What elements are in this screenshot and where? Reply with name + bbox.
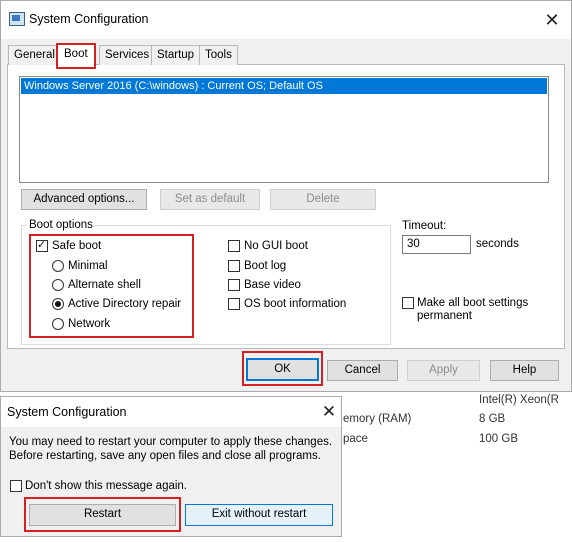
close-icon[interactable]: ✕ xyxy=(537,6,567,34)
boot-options-label: Boot options xyxy=(27,219,95,231)
timeout-input[interactable]: 30 xyxy=(402,235,471,254)
dialog-title: System Configuration xyxy=(7,405,127,419)
no-gui-boot-checkbox[interactable] xyxy=(228,240,240,252)
base-video-checkbox[interactable] xyxy=(228,279,240,291)
active-directory-repair-radio[interactable] xyxy=(52,298,64,310)
dialog-close-icon[interactable]: ✕ xyxy=(317,399,341,425)
dont-show-checkbox[interactable] xyxy=(10,480,22,492)
space-value: 100 GB xyxy=(479,433,518,445)
active-directory-repair-label: Active Directory repair xyxy=(68,298,182,310)
tab-boot[interactable]: Boot xyxy=(56,43,96,69)
network-radio[interactable] xyxy=(52,318,64,330)
alternate-shell-label: Alternate shell xyxy=(68,279,141,291)
base-video-label: Base video xyxy=(244,279,301,291)
os-list-item[interactable]: Windows Server 2016 (C:\windows) : Curre… xyxy=(21,78,547,94)
boot-log-checkbox[interactable] xyxy=(228,260,240,272)
os-boot-information-checkbox[interactable] xyxy=(228,298,240,310)
tab-services[interactable]: Services xyxy=(99,45,156,65)
window-title: System Configuration xyxy=(29,12,149,26)
memory-value: 8 GB xyxy=(479,413,506,425)
system-config-icon xyxy=(9,12,25,26)
os-boot-information-label: OS boot information xyxy=(244,298,347,310)
set-as-default-button[interactable]: Set as default xyxy=(160,189,260,210)
os-list[interactable]: Windows Server 2016 (C:\windows) : Curre… xyxy=(19,76,549,183)
restart-dialog: System Configuration ✕ You may need to r… xyxy=(0,396,342,537)
advanced-options-button[interactable]: Advanced options... xyxy=(21,189,147,210)
tab-startup[interactable]: Startup xyxy=(151,45,201,65)
dont-show-label: Don't show this message again. xyxy=(25,480,188,492)
network-label: Network xyxy=(68,318,111,330)
memory-label: emory (RAM) xyxy=(343,413,412,425)
tab-tools[interactable]: Tools xyxy=(199,45,238,65)
ok-button[interactable]: OK xyxy=(246,358,319,381)
make-permanent-checkbox[interactable] xyxy=(402,297,414,309)
make-permanent-label-2: permanent xyxy=(417,310,472,322)
help-button[interactable]: Help xyxy=(490,360,559,381)
dialog-title-bar: System Configuration ✕ xyxy=(1,397,341,427)
alternate-shell-radio[interactable] xyxy=(52,279,64,291)
no-gui-boot-label: No GUI boot xyxy=(244,240,308,252)
space-label: pace xyxy=(343,433,368,445)
cancel-button[interactable]: Cancel xyxy=(327,360,398,381)
tab-general[interactable]: General xyxy=(8,45,61,65)
system-configuration-window: System Configuration ✕ General Boot Serv… xyxy=(0,0,572,392)
processor-text: Intel(R) Xeon(R xyxy=(479,394,559,406)
minimal-label: Minimal xyxy=(68,260,108,272)
delete-button[interactable]: Delete xyxy=(270,189,376,210)
minimal-radio[interactable] xyxy=(52,260,64,272)
safe-boot-checkbox[interactable] xyxy=(36,238,48,252)
boot-log-label: Boot log xyxy=(244,260,287,272)
dialog-message-line-2: Before restarting, save any open files a… xyxy=(9,450,321,462)
exit-without-restart-button[interactable]: Exit without restart xyxy=(185,504,333,526)
title-bar: System Configuration ✕ xyxy=(1,1,571,39)
timeout-unit: seconds xyxy=(476,238,519,250)
restart-button[interactable]: Restart xyxy=(29,504,176,526)
dialog-message-line-1: You may need to restart your computer to… xyxy=(9,436,333,448)
make-permanent-label-1: Make all boot settings xyxy=(417,297,529,309)
safe-boot-label: Safe boot xyxy=(52,240,102,252)
timeout-label: Timeout: xyxy=(402,220,447,232)
apply-button[interactable]: Apply xyxy=(407,360,480,381)
